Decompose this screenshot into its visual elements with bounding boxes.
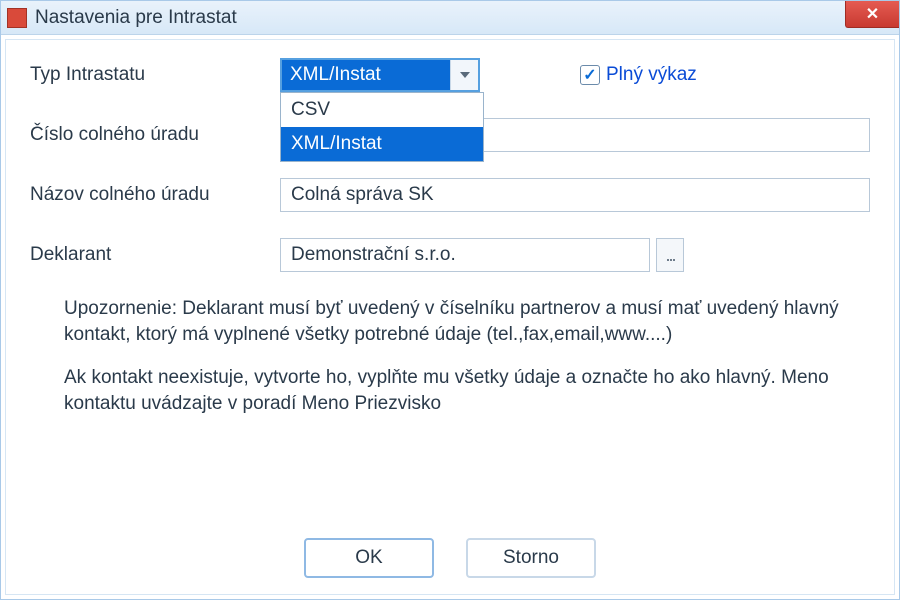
titlebar: Nastavenia pre Intrastat ✕ [1, 1, 899, 35]
type-combobox-value: XML/Instat [282, 64, 450, 86]
declarant-value: Demonstrační s.r.o. [291, 244, 456, 266]
form-area: Typ Intrastatu XML/Instat CSV XML/Instat… [30, 58, 870, 296]
ellipsis-icon: ... [665, 245, 674, 266]
check-icon: ✓ [583, 65, 596, 85]
row-type: Typ Intrastatu XML/Instat CSV XML/Instat… [30, 58, 870, 92]
cancel-button[interactable]: Storno [466, 538, 596, 578]
office-name-value: Colná správa SK [291, 184, 434, 206]
app-icon [7, 8, 27, 28]
window-title: Nastavenia pre Intrastat [35, 7, 237, 29]
chevron-down-icon [460, 72, 470, 78]
declarant-picker-button[interactable]: ... [656, 238, 684, 272]
type-dropdown: CSV XML/Instat [280, 92, 484, 162]
dialog-footer: OK Storno [30, 528, 870, 584]
full-report-label: Plný výkaz [606, 64, 697, 86]
ok-button-label: OK [355, 547, 382, 569]
label-office-name: Názov colného úradu [30, 184, 280, 206]
close-icon: ✕ [866, 4, 879, 24]
type-option-xml[interactable]: XML/Instat [281, 127, 483, 161]
cancel-button-label: Storno [503, 547, 559, 569]
ok-button[interactable]: OK [304, 538, 434, 578]
full-report-checkbox[interactable]: ✓ [580, 65, 600, 85]
dialog-body: Typ Intrastatu XML/Instat CSV XML/Instat… [5, 39, 895, 595]
notice-paragraph-1: Upozornenie: Deklarant musí byť uvedený … [30, 296, 870, 347]
type-combobox[interactable]: XML/Instat CSV XML/Instat [280, 58, 480, 92]
type-combobox-button[interactable] [450, 60, 478, 90]
dialog-window: Nastavenia pre Intrastat ✕ Typ Intrastat… [0, 0, 900, 600]
label-type: Typ Intrastatu [30, 64, 280, 86]
type-option-csv[interactable]: CSV [281, 93, 483, 127]
row-declarant: Deklarant Demonstrační s.r.o. ... [30, 238, 870, 272]
office-name-input[interactable]: Colná správa SK [280, 178, 870, 212]
label-declarant: Deklarant [30, 244, 280, 266]
label-office-no: Číslo colného úradu [30, 124, 280, 146]
close-button[interactable]: ✕ [845, 1, 899, 28]
full-report-wrap: ✓ Plný výkaz [580, 64, 697, 86]
declarant-input[interactable]: Demonstrační s.r.o. [280, 238, 650, 272]
row-office-name: Názov colného úradu Colná správa SK [30, 178, 870, 212]
notice-paragraph-2: Ak kontakt neexistuje, vytvorte ho, vypl… [30, 365, 870, 416]
